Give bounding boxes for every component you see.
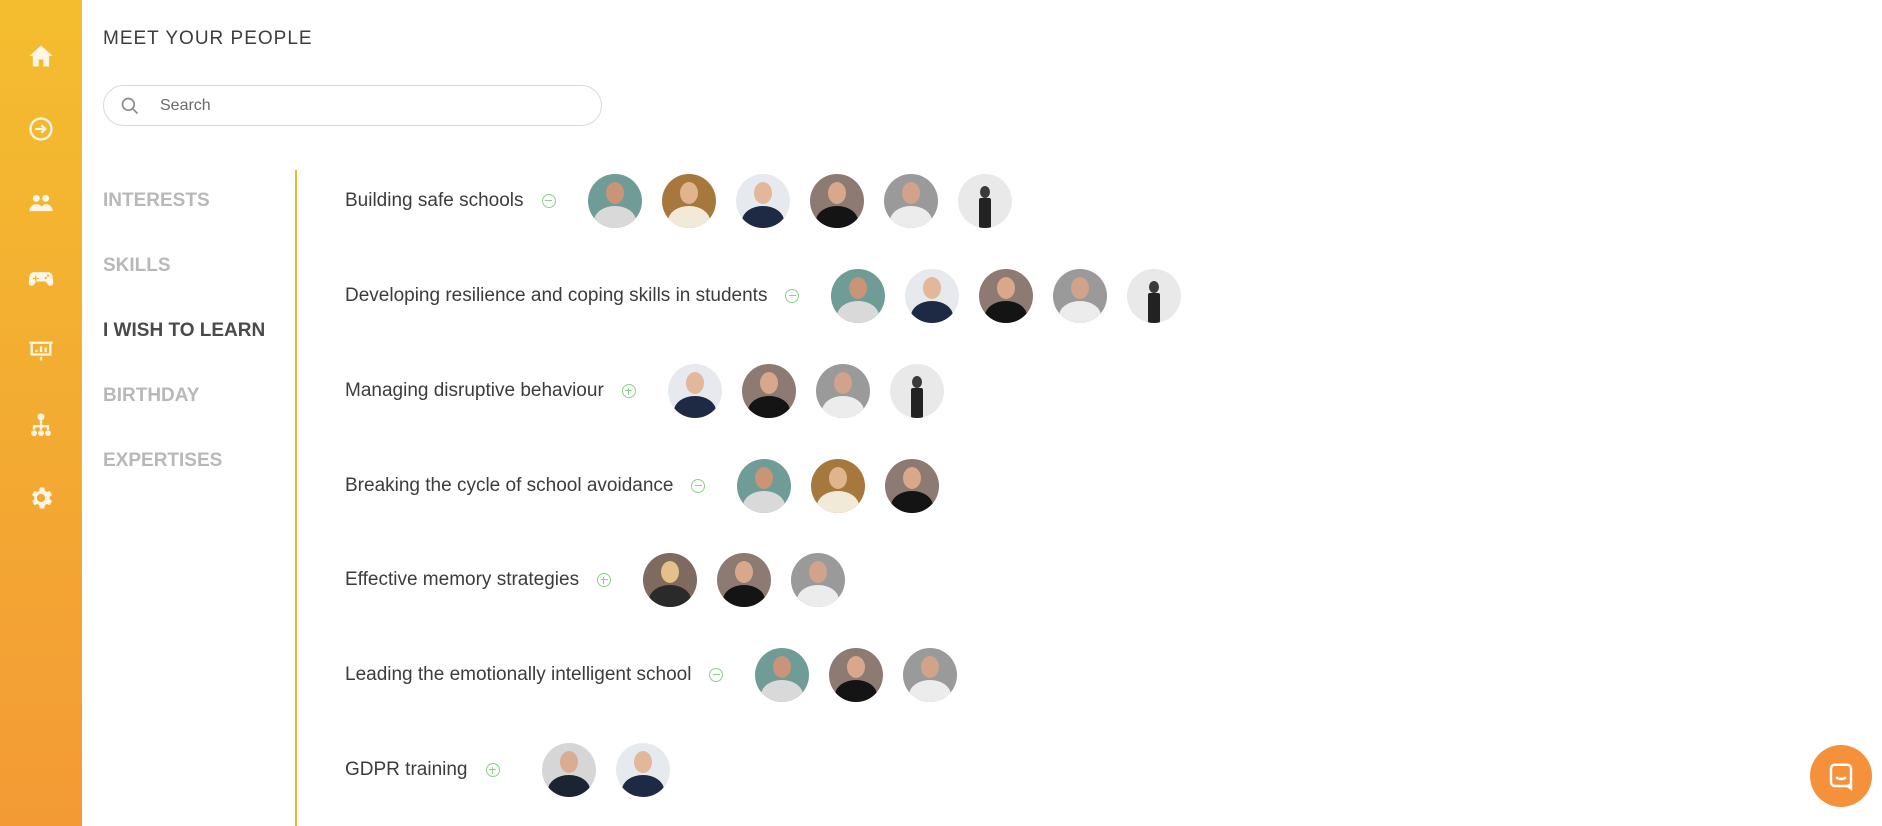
home-icon[interactable] (21, 36, 61, 76)
search-input[interactable] (158, 95, 562, 116)
avatar[interactable] (735, 174, 790, 228)
avatar[interactable] (903, 648, 958, 702)
category-divider (295, 170, 297, 826)
category-i-wish-to-learn[interactable]: I WISH TO LEARN (103, 320, 265, 342)
avatar[interactable] (831, 269, 886, 323)
avatar[interactable] (815, 364, 870, 418)
category-expertises[interactable]: EXPERTISES (103, 450, 222, 472)
avatar[interactable] (741, 364, 796, 418)
topic-row: Developing resilience and coping skills … (345, 268, 1201, 324)
category-skills[interactable]: SKILLS (103, 255, 171, 277)
topic-row: Leading the emotionally intelligent scho… (345, 647, 977, 703)
category-interests[interactable]: INTERESTS (103, 190, 210, 212)
avatar[interactable] (883, 174, 938, 228)
avatar[interactable] (979, 269, 1034, 323)
presentation-board-icon[interactable] (21, 331, 61, 371)
avatar-group (643, 553, 865, 607)
avatar[interactable] (889, 364, 944, 418)
avatar[interactable] (541, 743, 596, 797)
search-box[interactable] (103, 85, 602, 126)
avatar[interactable] (1053, 269, 1108, 323)
avatar[interactable] (811, 459, 866, 513)
avatar[interactable] (717, 553, 772, 607)
people-icon[interactable] (21, 183, 61, 223)
avatar[interactable] (791, 553, 846, 607)
avatar[interactable] (737, 459, 792, 513)
minus-circle-icon[interactable] (691, 479, 706, 493)
gamepad-icon[interactable] (21, 258, 61, 298)
topic-label: Managing disruptive behaviour (345, 380, 604, 401)
topic-label: Breaking the cycle of school avoidance (345, 475, 674, 496)
gear-icon[interactable] (21, 478, 61, 518)
avatar[interactable] (615, 743, 670, 797)
avatar[interactable] (885, 459, 940, 513)
topic-label: Developing resilience and coping skills … (345, 285, 768, 306)
avatar[interactable] (661, 174, 716, 228)
nav-rail (0, 0, 82, 826)
topic-row: GDPR training (345, 742, 690, 798)
search-icon (120, 95, 142, 117)
topic-label: Effective memory strategies (345, 569, 580, 590)
avatar-group (667, 364, 964, 418)
topic-label: GDPR training (345, 759, 468, 780)
avatar-group (831, 269, 1201, 323)
plus-circle-icon[interactable] (597, 573, 612, 587)
plus-circle-icon[interactable] (621, 384, 636, 398)
avatar-group (737, 459, 959, 513)
avatar[interactable] (809, 174, 864, 228)
avatar[interactable] (755, 648, 810, 702)
page-title: MEET YOUR PEOPLE (103, 28, 313, 49)
topic-row: Effective memory strategies (345, 552, 865, 608)
plus-circle-icon[interactable] (485, 763, 500, 777)
category-birthday[interactable]: BIRTHDAY (103, 385, 199, 407)
topic-row: Managing disruptive behaviour (345, 363, 964, 419)
avatar[interactable] (957, 174, 1012, 228)
chat-bubble-icon (1829, 763, 1853, 791)
avatar[interactable] (905, 269, 960, 323)
avatar[interactable] (643, 553, 698, 607)
chat-launcher-button[interactable] (1810, 745, 1872, 807)
minus-circle-icon[interactable] (785, 289, 800, 303)
topic-row: Breaking the cycle of school avoidance (345, 458, 959, 514)
minus-circle-icon[interactable] (541, 194, 556, 208)
avatar-group (755, 648, 977, 702)
minus-circle-icon[interactable] (709, 668, 724, 682)
avatar[interactable] (829, 648, 884, 702)
arrow-right-circle-icon[interactable] (21, 109, 61, 149)
topic-label: Building safe schools (345, 190, 524, 211)
org-chart-icon[interactable] (21, 405, 61, 445)
topic-label: Leading the emotionally intelligent scho… (345, 664, 692, 685)
avatar-group (587, 174, 1032, 228)
avatar[interactable] (1127, 269, 1182, 323)
avatar[interactable] (667, 364, 722, 418)
topic-row: Building safe schools (345, 173, 1032, 229)
avatar-group (541, 743, 690, 797)
avatar[interactable] (587, 174, 642, 228)
